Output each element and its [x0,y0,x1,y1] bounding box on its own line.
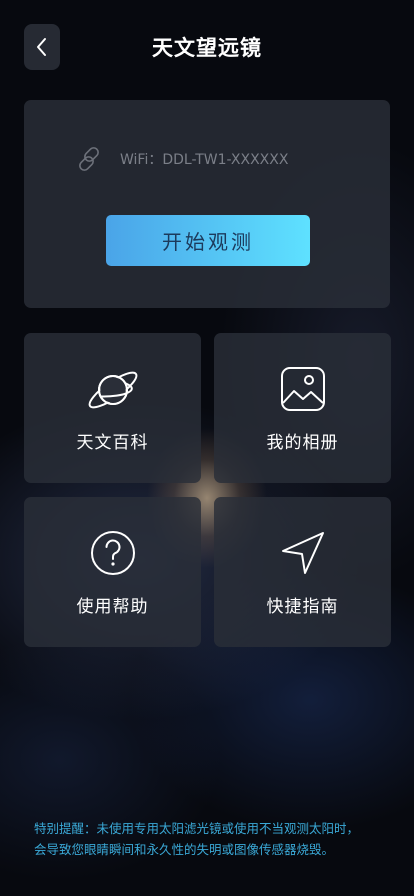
tile-help[interactable]: 使用帮助 [24,497,201,647]
start-observation-button[interactable]: 开始观测 [106,215,310,266]
help-circle-icon [90,531,135,575]
connection-card: WiFi：DDL-TW1-XXXXXX 开始观测 [24,100,390,308]
tile-label: 天文百科 [76,433,149,453]
planet-icon [88,371,137,409]
tile-label: 快捷指南 [266,597,339,617]
tile-astronomy-encyclopedia[interactable]: 天文百科 [24,333,201,483]
page-title: 天文望远镜 [152,36,262,60]
tile-my-album[interactable]: 我的相册 [214,333,391,483]
link-icon [79,147,99,171]
tile-label: 我的相册 [266,433,339,453]
navigation-arrow-icon [281,532,324,574]
safety-warning: 特别提醒：未使用专用太阳滤光镜或使用不当观测太阳时， 会导致您眼睛瞬间和永久性的… [34,818,386,860]
image-icon [280,367,325,411]
warning-line: 特别提醒：未使用专用太阳滤光镜或使用不当观测太阳时， [34,821,360,836]
wifi-row: WiFi：DDL-TW1-XXXXXX [74,143,288,175]
tile-quick-guide[interactable]: 快捷指南 [214,497,391,647]
wifi-ssid-text: WiFi：DDL-TW1-XXXXXX [120,152,289,168]
header-bar: 天文望远镜 [0,0,414,96]
tile-label: 使用帮助 [76,597,149,617]
warning-line: 会导致您眼睛瞬间和永久性的失明或图像传感器烧毁。 [34,842,335,857]
